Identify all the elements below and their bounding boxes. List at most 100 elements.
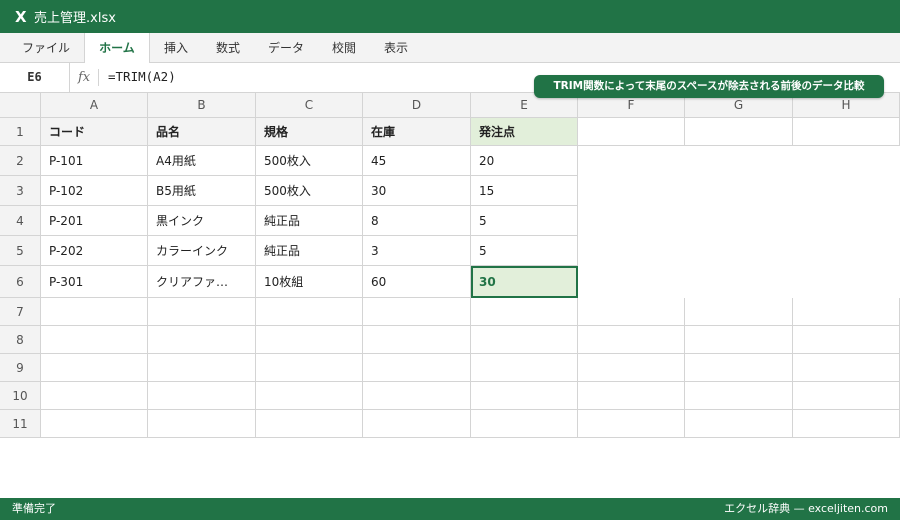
cell-b11[interactable] [148, 410, 256, 438]
cell-e4[interactable]: 5 [471, 206, 578, 236]
cell-c3[interactable]: 500枚入 [256, 176, 363, 206]
row-header-1[interactable]: 1 [0, 118, 41, 146]
cell-b2[interactable]: A4用紙 [148, 146, 256, 176]
cell-c10[interactable] [256, 382, 363, 410]
tab-review[interactable]: 校閲 [318, 33, 370, 63]
cell-c6[interactable]: 10枚組 [256, 266, 363, 298]
cell-b1[interactable]: 品名 [148, 118, 256, 146]
cell-e10[interactable] [471, 382, 578, 410]
cell-h7[interactable] [793, 298, 900, 326]
cell-h2[interactable] [793, 146, 900, 176]
cell-g7[interactable] [685, 298, 793, 326]
cell-c9[interactable] [256, 354, 363, 382]
cell-h6[interactable] [793, 266, 900, 298]
cell-f6[interactable] [578, 266, 685, 298]
cell-f8[interactable] [578, 326, 685, 354]
cell-b6[interactable]: クリアファ… [148, 266, 256, 298]
cell-f5[interactable] [578, 236, 685, 266]
cell-a2[interactable]: P-101 [41, 146, 148, 176]
cell-a1[interactable]: コード [41, 118, 148, 146]
tab-view[interactable]: 表示 [370, 33, 422, 63]
cell-c7[interactable] [256, 298, 363, 326]
cell-d10[interactable] [363, 382, 471, 410]
column-header-c[interactable]: C [256, 93, 363, 118]
cell-c4[interactable]: 純正品 [256, 206, 363, 236]
row-header-2[interactable]: 2 [0, 146, 41, 176]
cell-g5[interactable] [685, 236, 793, 266]
cell-a10[interactable] [41, 382, 148, 410]
cell-e6[interactable]: 30 [471, 266, 578, 298]
cell-d8[interactable] [363, 326, 471, 354]
cell-c8[interactable] [256, 326, 363, 354]
cell-d9[interactable] [363, 354, 471, 382]
cell-b10[interactable] [148, 382, 256, 410]
row-header-5[interactable]: 5 [0, 236, 41, 266]
cell-e9[interactable] [471, 354, 578, 382]
cell-h5[interactable] [793, 236, 900, 266]
cell-h9[interactable] [793, 354, 900, 382]
cell-d3[interactable]: 30 [363, 176, 471, 206]
tab-data[interactable]: データ [254, 33, 318, 63]
cell-c2[interactable]: 500枚入 [256, 146, 363, 176]
cell-d7[interactable] [363, 298, 471, 326]
tab-formulas[interactable]: 数式 [202, 33, 254, 63]
cell-e8[interactable] [471, 326, 578, 354]
cell-h3[interactable] [793, 176, 900, 206]
cell-d2[interactable]: 45 [363, 146, 471, 176]
formula-input[interactable]: =TRIM(A2) [108, 63, 176, 92]
cell-f9[interactable] [578, 354, 685, 382]
name-box[interactable]: E6 [0, 63, 70, 92]
cell-f2[interactable] [578, 146, 685, 176]
cell-g9[interactable] [685, 354, 793, 382]
row-header-3[interactable]: 3 [0, 176, 41, 206]
row-header-11[interactable]: 11 [0, 410, 41, 438]
cell-c1[interactable]: 規格 [256, 118, 363, 146]
tab-insert[interactable]: 挿入 [150, 33, 202, 63]
cell-e3[interactable]: 15 [471, 176, 578, 206]
cell-f10[interactable] [578, 382, 685, 410]
tab-home[interactable]: ホーム [84, 33, 150, 64]
column-header-d[interactable]: D [363, 93, 471, 118]
cell-g4[interactable] [685, 206, 793, 236]
cell-f4[interactable] [578, 206, 685, 236]
cell-b4[interactable]: 黒インク [148, 206, 256, 236]
cell-d11[interactable] [363, 410, 471, 438]
cell-b9[interactable] [148, 354, 256, 382]
cell-d1[interactable]: 在庫 [363, 118, 471, 146]
cell-a3[interactable]: P-102 [41, 176, 148, 206]
row-header-7[interactable]: 7 [0, 298, 41, 326]
cell-g10[interactable] [685, 382, 793, 410]
cell-e5[interactable]: 5 [471, 236, 578, 266]
cell-h1[interactable] [793, 118, 900, 146]
cell-e2[interactable]: 20 [471, 146, 578, 176]
cell-f3[interactable] [578, 176, 685, 206]
cell-e11[interactable] [471, 410, 578, 438]
cell-a9[interactable] [41, 354, 148, 382]
row-header-4[interactable]: 4 [0, 206, 41, 236]
cell-b5[interactable]: カラーインク [148, 236, 256, 266]
cell-e7[interactable] [471, 298, 578, 326]
cell-f1[interactable] [578, 118, 685, 146]
cell-c5[interactable]: 純正品 [256, 236, 363, 266]
cell-g11[interactable] [685, 410, 793, 438]
cell-f11[interactable] [578, 410, 685, 438]
cell-g1[interactable] [685, 118, 793, 146]
column-header-b[interactable]: B [148, 93, 256, 118]
cell-h10[interactable] [793, 382, 900, 410]
cell-g8[interactable] [685, 326, 793, 354]
row-header-9[interactable]: 9 [0, 354, 41, 382]
cell-b3[interactable]: B5用紙 [148, 176, 256, 206]
cell-h4[interactable] [793, 206, 900, 236]
cell-c11[interactable] [256, 410, 363, 438]
cell-b7[interactable] [148, 298, 256, 326]
cell-h11[interactable] [793, 410, 900, 438]
cell-a5[interactable]: P-202 [41, 236, 148, 266]
cell-d5[interactable]: 3 [363, 236, 471, 266]
column-header-a[interactable]: A [41, 93, 148, 118]
row-header-6[interactable]: 6 [0, 266, 41, 298]
cell-b8[interactable] [148, 326, 256, 354]
cell-a6[interactable]: P-301 [41, 266, 148, 298]
cell-a4[interactable]: P-201 [41, 206, 148, 236]
cell-a7[interactable] [41, 298, 148, 326]
cell-d4[interactable]: 8 [363, 206, 471, 236]
